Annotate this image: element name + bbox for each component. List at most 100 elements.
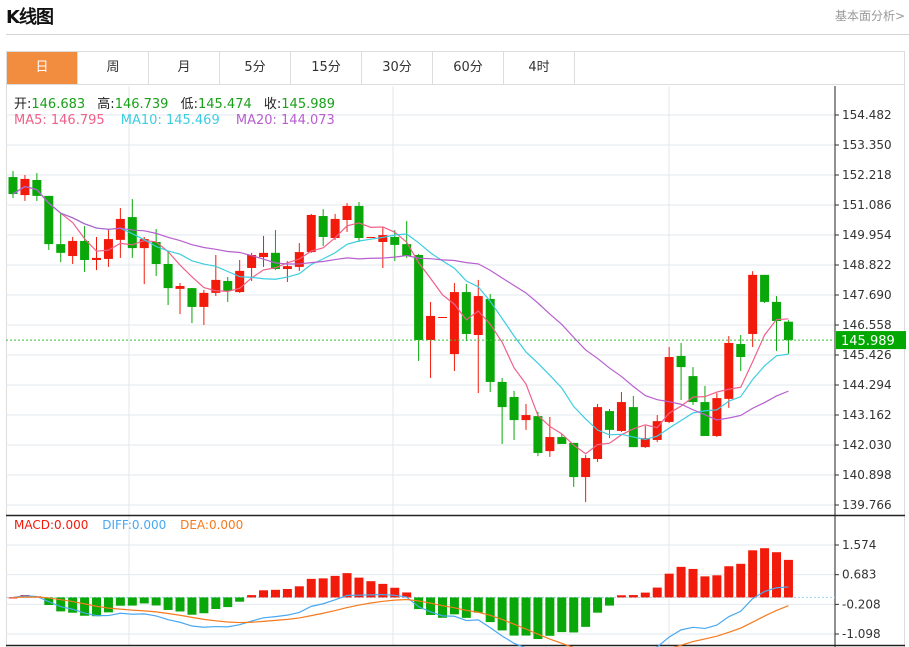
candle-up bbox=[545, 437, 555, 452]
candle-down bbox=[760, 274, 770, 302]
candle-up bbox=[473, 296, 483, 336]
macd-bar bbox=[247, 595, 257, 598]
macd-bar bbox=[473, 597, 483, 613]
candle-up bbox=[593, 407, 603, 460]
macd-bar bbox=[616, 595, 626, 598]
macd-bar bbox=[712, 575, 722, 598]
candle-down bbox=[533, 416, 543, 453]
macd-bar bbox=[581, 597, 591, 627]
candle-down bbox=[772, 301, 782, 321]
candle-up bbox=[521, 415, 531, 421]
macd-bar bbox=[282, 589, 292, 598]
macd-bar bbox=[103, 597, 113, 613]
macd-bar bbox=[306, 578, 316, 598]
candle-down bbox=[461, 292, 471, 334]
close-label: 收: bbox=[263, 97, 282, 112]
macd-bar bbox=[772, 552, 782, 598]
candle-up bbox=[342, 205, 352, 220]
price-tick-label: 147.690 bbox=[842, 288, 892, 302]
macd-readout: MACD:0.000 DIFF:0.000 DEA:0.000 bbox=[14, 518, 243, 532]
macd-bar bbox=[461, 597, 471, 618]
price-tick-label: 143.162 bbox=[842, 408, 892, 422]
open-value: 146.683 bbox=[31, 97, 86, 112]
candle-up bbox=[748, 274, 758, 334]
candle-up bbox=[366, 236, 376, 239]
price-tick-label: 148.822 bbox=[842, 258, 892, 272]
macd-bar bbox=[211, 597, 221, 609]
ma10-value: MA10: 145.469 bbox=[120, 113, 220, 128]
price-tick-label: 149.954 bbox=[842, 228, 892, 242]
high-value: 146.739 bbox=[114, 97, 169, 112]
price-tick-label: 152.218 bbox=[842, 168, 892, 182]
dea-value: DEA:0.000 bbox=[180, 518, 244, 532]
macd-bar bbox=[748, 550, 758, 598]
macd-bar bbox=[259, 590, 269, 598]
candle-up bbox=[259, 252, 269, 258]
macd-bar bbox=[127, 597, 137, 606]
ohlc-readout: 开:146.683 高:146.739 低:145.474 收:145.989 bbox=[14, 93, 343, 112]
price-tick-label: 146.558 bbox=[842, 318, 892, 332]
price-tick-label: 145.426 bbox=[842, 348, 892, 362]
candle-down bbox=[736, 344, 746, 358]
macd-tick-label: 1.574 bbox=[842, 538, 876, 552]
macd-bar bbox=[497, 597, 507, 631]
macd-bar bbox=[545, 597, 555, 636]
candle-up bbox=[306, 214, 316, 253]
macd-bar bbox=[378, 583, 388, 598]
high-label: 高: bbox=[97, 97, 115, 112]
macd-bar bbox=[294, 586, 304, 598]
macd-bar bbox=[724, 566, 734, 598]
macd-tick-label: 0.683 bbox=[842, 568, 876, 582]
close-value: 145.989 bbox=[281, 97, 336, 112]
candle-up bbox=[378, 235, 388, 242]
macd-bar bbox=[449, 597, 459, 615]
candle-down bbox=[318, 216, 328, 237]
candle-up bbox=[426, 315, 436, 341]
macd-bar bbox=[652, 587, 662, 598]
ma-readout: MA5: 146.795 MA10: 145.469 MA20: 144.073 bbox=[14, 113, 335, 128]
price-tick-label: 151.086 bbox=[842, 198, 892, 212]
price-tick-label: 154.482 bbox=[842, 108, 892, 122]
candle-down bbox=[676, 355, 686, 368]
macd-bar bbox=[318, 578, 328, 598]
price-tick-label: 153.350 bbox=[842, 138, 892, 152]
macd-bar bbox=[605, 597, 614, 606]
macd-bar bbox=[664, 573, 674, 598]
last-price-label: 145.989 bbox=[841, 334, 895, 349]
macd-bar bbox=[593, 597, 603, 613]
candle-down bbox=[163, 263, 173, 289]
candle-up bbox=[664, 357, 674, 422]
candle-down bbox=[402, 244, 412, 257]
candle-down bbox=[605, 411, 614, 430]
macd-value: MACD:0.000 bbox=[14, 518, 89, 532]
candle-down bbox=[223, 280, 233, 292]
candle-up bbox=[68, 240, 78, 257]
candle-up bbox=[92, 257, 102, 261]
macd-bar bbox=[557, 597, 567, 633]
candle-down bbox=[628, 407, 638, 448]
candle-up bbox=[581, 457, 591, 478]
candle-down bbox=[497, 381, 507, 408]
macd-bar bbox=[688, 568, 698, 598]
candle-up bbox=[199, 292, 209, 307]
macd-bar bbox=[163, 597, 173, 610]
macd-bar bbox=[187, 597, 197, 615]
candle-down bbox=[509, 397, 519, 421]
macd-bar bbox=[783, 559, 793, 598]
macd-bar bbox=[330, 575, 340, 598]
macd-tick-label: -1.098 bbox=[842, 627, 881, 641]
candle-up bbox=[712, 398, 722, 436]
candle-down bbox=[56, 244, 66, 253]
macd-bar bbox=[700, 576, 710, 598]
candle-down bbox=[354, 205, 364, 239]
candle-down bbox=[80, 240, 90, 261]
macd-bar bbox=[151, 597, 161, 606]
diff-value: DIFF:0.000 bbox=[102, 518, 167, 532]
macd-bar bbox=[342, 573, 352, 598]
macd-bar bbox=[736, 563, 746, 598]
ma20-value: MA20: 144.073 bbox=[235, 113, 335, 128]
macd-tick-label: -0.208 bbox=[842, 597, 881, 611]
macd-bar bbox=[175, 597, 185, 612]
ma5-value: MA5: 146.795 bbox=[14, 113, 105, 128]
macd-bar bbox=[115, 597, 125, 606]
